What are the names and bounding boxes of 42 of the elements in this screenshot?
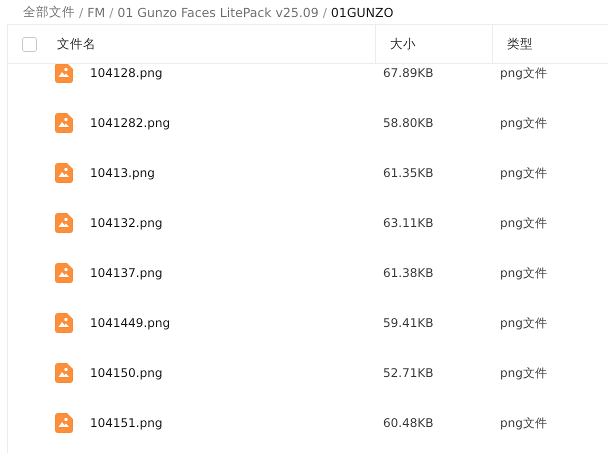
image-file-icon	[55, 363, 73, 383]
breadcrumb-separator: /	[322, 4, 327, 20]
file-size: 59.41KB	[382, 316, 434, 330]
image-file-icon	[55, 113, 73, 133]
file-type: png文件	[499, 314, 548, 332]
select-all-checkbox[interactable]	[22, 36, 37, 52]
image-file-icon	[55, 313, 73, 333]
image-file-icon	[55, 163, 73, 183]
column-header[interactable]: 文件名	[57, 36, 96, 52]
file-type: png文件	[499, 64, 548, 82]
file-size: 60.48KB	[382, 416, 434, 430]
file-size: 67.89KB	[382, 66, 434, 80]
file-size: 52.71KB	[382, 366, 434, 380]
breadcrumb-item[interactable]: FM	[87, 4, 106, 20]
file-name[interactable]: 104137.png	[90, 266, 162, 280]
image-file-icon	[55, 413, 73, 433]
file-size: 61.35KB	[382, 166, 434, 180]
file-type: png文件	[499, 214, 548, 232]
image-file-icon	[55, 263, 73, 283]
file-type: png文件	[499, 114, 548, 132]
file-name[interactable]: 104132.png	[90, 216, 162, 230]
file-type: png文件	[499, 264, 548, 282]
file-size: 63.11KB	[382, 216, 434, 230]
file-type: png文件	[499, 364, 548, 382]
column-header[interactable]: 类型	[507, 36, 533, 52]
column-header[interactable]: 大小	[390, 36, 416, 52]
file-name[interactable]: 104128.png	[90, 66, 162, 80]
file-type: png文件	[499, 164, 548, 182]
file-size: 58.80KB	[382, 116, 434, 130]
file-name[interactable]: 104150.png	[90, 366, 162, 380]
breadcrumb-item[interactable]: 01 Gunzo Faces LitePack v25.09	[117, 4, 319, 20]
file-size: 61.38KB	[382, 266, 434, 280]
file-name[interactable]: 104151.png	[90, 416, 162, 430]
breadcrumb-separator: /	[79, 4, 84, 20]
file-name[interactable]: 1041449.png	[90, 316, 170, 330]
breadcrumb-item[interactable]: 全部文件	[23, 4, 75, 20]
file-type: png文件	[499, 414, 548, 432]
file-name[interactable]: 1041282.png	[90, 116, 170, 130]
image-file-icon	[55, 213, 73, 233]
breadcrumb-item: 01GUNZO	[330, 4, 394, 20]
file-name[interactable]: 10413.png	[90, 166, 155, 180]
breadcrumb-separator: /	[109, 4, 114, 20]
